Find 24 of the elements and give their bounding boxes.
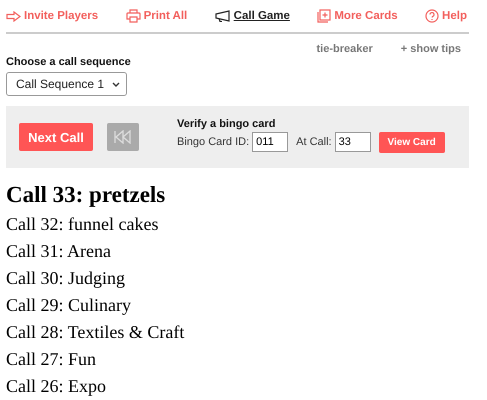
call-entry: Call 31: Arena — [6, 241, 112, 263]
nav-tab[interactable]: Help — [425, 9, 467, 23]
call-entry: Call 26: Expo — [6, 376, 107, 398]
at-call-label: At Call: — [296, 136, 332, 148]
nav-tab[interactable]: Invite Players — [6, 10, 98, 22]
nav-tab[interactable]: Call Game — [214, 10, 290, 22]
call-entry: Call 30: Judging — [6, 268, 126, 290]
link[interactable]: + show tips — [400, 43, 461, 55]
current-call: Call 33: pretzels — [6, 182, 166, 208]
nav-tab[interactable]: Print All — [126, 9, 188, 23]
next-call-button[interactable]: Next Call — [19, 123, 93, 151]
card-id-field[interactable]: 011 — [252, 132, 288, 152]
call-entry: Call 28: Textiles & Craft — [6, 322, 186, 344]
sequence-label: Choose a call sequence — [6, 56, 132, 68]
sequence-select[interactable]: Call Sequence 1 — [6, 72, 128, 96]
verify-title: Verify a bingo card — [177, 118, 276, 130]
at-call-field[interactable]: 33 — [334, 132, 371, 152]
call-entry: Call 27: Fun — [6, 349, 98, 371]
link[interactable]: tie-breaker — [316, 43, 373, 55]
call-entry: Call 32: funnel cakes — [6, 214, 160, 236]
card-id-label: Bingo Card ID: — [177, 136, 250, 148]
call-entry: Call 29: Culinary — [6, 295, 132, 317]
nav-tab[interactable]: More Cards — [317, 9, 398, 23]
view-card-button[interactable]: View Card — [378, 132, 445, 152]
